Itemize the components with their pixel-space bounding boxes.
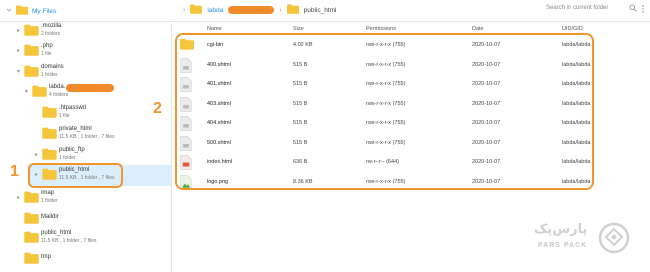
- folder-icon: [24, 212, 39, 226]
- annotation-box-2: [175, 33, 594, 190]
- folder-icon: [24, 65, 39, 79]
- tree-item[interactable]: public_html 11.5 KB , 1 folder , 7 files: [0, 230, 171, 248]
- tree-item-meta: 2 folders: [41, 31, 61, 37]
- folder-icon: [42, 127, 57, 141]
- annotation-number-1: 1: [10, 163, 19, 180]
- folder-icon: [286, 4, 299, 16]
- tree-item[interactable]: ▾ labda. 4 folders: [0, 84, 171, 102]
- redaction-mark: [66, 84, 114, 92]
- column-header-name[interactable]: Name: [207, 26, 222, 32]
- folder-icon: [16, 5, 28, 17]
- tree-item[interactable]: ▸ imap 1 folder: [0, 190, 171, 208]
- tree-item[interactable]: .htpasswd 1 file: [0, 105, 171, 123]
- my-files-root[interactable]: My Files: [6, 5, 56, 17]
- search-input[interactable]: Search in current folder: [546, 5, 636, 11]
- tree-item-name: Maildir: [41, 214, 59, 220]
- annotation-box-1: [28, 163, 123, 188]
- my-files-label[interactable]: My Files: [32, 8, 56, 15]
- column-header-date[interactable]: Date: [472, 26, 484, 32]
- top-bar: My Files › labda › public_html Search in…: [0, 0, 650, 22]
- logo-text: پارس‌پک: [534, 222, 588, 237]
- folder-icon: [24, 252, 39, 266]
- redaction-mark: [228, 6, 275, 14]
- tree-item-meta: 1 folder: [59, 155, 76, 161]
- tree-item-name: domains: [41, 64, 64, 70]
- tree-item-name: tmp: [41, 254, 52, 260]
- folder-icon: [190, 4, 203, 16]
- tree-item[interactable]: private_html 11.5 KB , 1 folder , 7 file…: [0, 126, 171, 144]
- logo-subtitle: PARS PACK: [538, 242, 588, 249]
- parspack-logo: پارس‌پک PARS PACK: [534, 220, 644, 260]
- tree-item-meta: 4 folders: [49, 92, 69, 98]
- folder-icon: [24, 44, 39, 58]
- tree-item[interactable]: ▸ .mozilla 2 folders: [0, 23, 171, 41]
- tree-item-meta: 1 folder: [41, 72, 58, 78]
- folder-tree: ▸ .mozilla 2 folders ▸ .php 1 file ▾ dom…: [0, 23, 172, 272]
- logo-mark-icon: [598, 222, 630, 256]
- tree-item-meta: 1 folder: [41, 198, 58, 204]
- chevron-down-icon[interactable]: ▾: [17, 68, 20, 75]
- annotation-number-2: 2: [153, 100, 162, 117]
- tree-item[interactable]: ▾ domains 1 folder: [0, 64, 171, 82]
- tree-item[interactable]: ▸ .php 1 file: [0, 43, 171, 61]
- chevron-right-icon[interactable]: ▸: [17, 47, 20, 54]
- folder-icon: [24, 191, 39, 205]
- folder-icon: [32, 85, 47, 99]
- breadcrumb: › labda › public_html: [183, 4, 336, 16]
- tree-item-meta: 11.5 KB , 1 folder , 7 files: [59, 134, 115, 140]
- tree-item[interactable]: Maildir: [0, 211, 171, 229]
- tree-item-name: public_ftp: [59, 147, 85, 153]
- column-header-size[interactable]: Size: [293, 26, 304, 32]
- tree-item-name: public_html: [41, 230, 72, 236]
- chevron-right-icon[interactable]: ▸: [17, 194, 20, 201]
- chevron-right-icon[interactable]: ▸: [17, 27, 20, 34]
- tree-item-name: private_html: [59, 126, 92, 132]
- folder-icon: [42, 106, 57, 120]
- folder-icon: [42, 148, 57, 162]
- folder-icon: [24, 24, 39, 38]
- chevron-down-icon[interactable]: ▾: [25, 88, 28, 95]
- tree-item-name: labda.: [49, 84, 66, 90]
- tree-item-name: .php: [41, 43, 53, 49]
- chevron-right-icon[interactable]: ▸: [35, 151, 38, 158]
- search-icon[interactable]: [629, 4, 637, 14]
- chevron-right-icon: ›: [279, 6, 282, 14]
- chevron-down-icon[interactable]: [6, 7, 12, 15]
- chevron-right-icon: ›: [183, 6, 186, 14]
- column-header-uid[interactable]: UID/GID: [562, 26, 583, 32]
- folder-icon: [24, 231, 39, 245]
- tree-item[interactable]: tmp: [0, 251, 171, 269]
- breadcrumb-current[interactable]: public_html: [304, 7, 337, 14]
- tree-item-name: .mozilla: [41, 23, 62, 29]
- tree-item-meta: 11.5 KB , 1 folder , 7 files: [41, 238, 97, 244]
- tree-item-name: .htpasswd: [59, 105, 87, 111]
- tree-item-name: imap: [41, 190, 55, 196]
- tree-item-meta: 1 file: [41, 51, 52, 57]
- column-header-permissions[interactable]: Permissions: [366, 26, 396, 32]
- more-icon[interactable]: [640, 4, 646, 14]
- tree-item-meta: 1 file: [59, 113, 70, 119]
- breadcrumb-domain[interactable]: labda: [207, 7, 223, 14]
